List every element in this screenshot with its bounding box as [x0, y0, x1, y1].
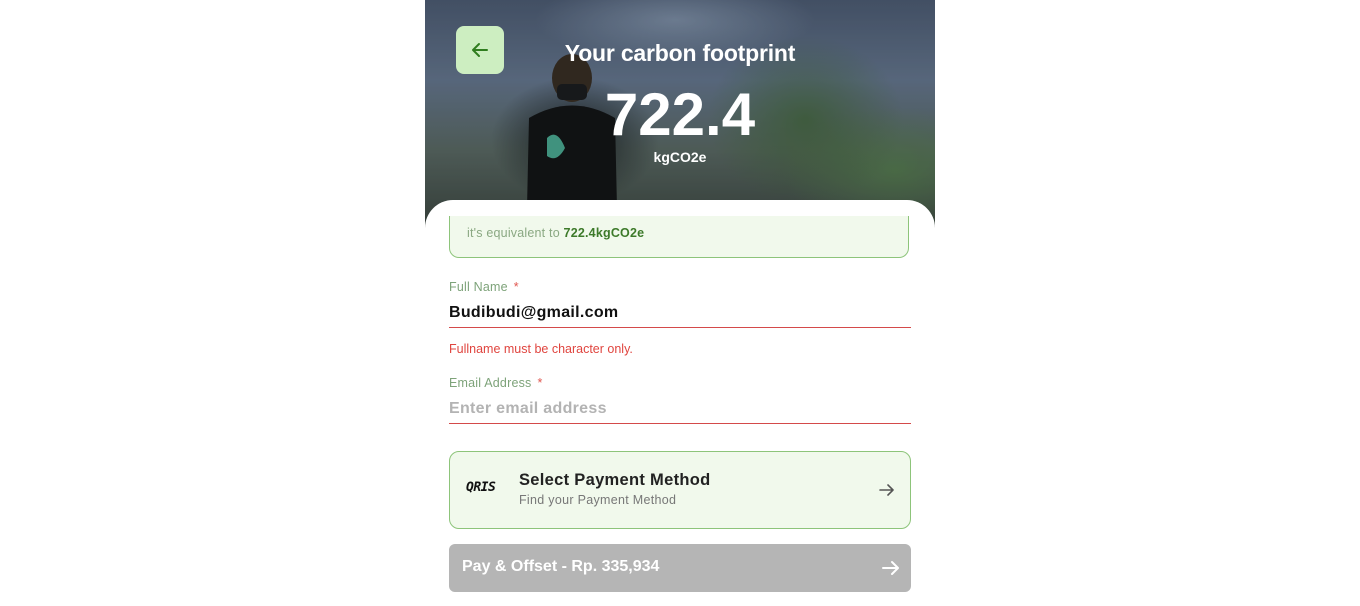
payment-method-subtitle: Find your Payment Method [519, 493, 677, 507]
required-mark: * [537, 376, 543, 390]
app-frame: Your carbon footprint 722.4 kgCO2e it's … [425, 0, 935, 606]
arrow-right-icon [879, 484, 894, 496]
full-name-label: Full Name * [449, 280, 519, 294]
footprint-unit: kgCO2e [653, 149, 707, 165]
equivalence-text: it's equivalent to 722.4kgCO2e [467, 226, 644, 240]
full-name-label-text: Full Name [449, 280, 508, 294]
qris-logo: QRIS [466, 480, 496, 495]
equivalence-prefix: it's equivalent to [467, 226, 560, 240]
email-label-text: Email Address [449, 376, 532, 390]
email-label: Email Address * [449, 376, 543, 390]
pay-offset-button[interactable]: Pay & Offset - Rp. 335,934 [449, 544, 911, 592]
arrow-right-icon [882, 561, 899, 575]
equivalence-amount: 722.4kgCO2e [563, 226, 645, 240]
required-mark: * [513, 280, 519, 294]
page-title: Your carbon footprint [564, 40, 796, 66]
full-name-input[interactable] [449, 299, 911, 328]
payment-method-title: Select Payment Method [519, 471, 711, 489]
payment-method-selector[interactable]: QRIS Select Payment Method Find your Pay… [449, 451, 911, 529]
pay-offset-label: Pay & Offset - Rp. 335,934 [462, 558, 660, 575]
footprint-value: 722.4 [604, 81, 756, 148]
form-sheet: it's equivalent to 722.4kgCO2e Full Name… [425, 200, 935, 606]
full-name-error: Fullname must be character only. [449, 342, 633, 356]
equivalence-box: it's equivalent to 722.4kgCO2e [449, 216, 909, 258]
hero-banner: Your carbon footprint 722.4 kgCO2e [425, 0, 935, 230]
email-input[interactable] [449, 395, 911, 424]
